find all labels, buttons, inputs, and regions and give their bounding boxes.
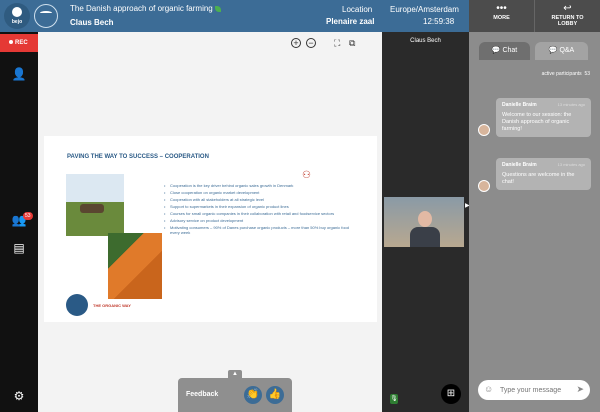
slide-bullet: Close cooperation on organic market deve… — [164, 190, 354, 195]
return-arrow-icon: ↩ — [563, 3, 572, 14]
speaker-video — [384, 197, 464, 247]
slide-bullet: Cooperation with all stakeholders at all… — [164, 197, 354, 202]
location-label: Location — [342, 5, 373, 14]
location-value: Plenaire zaal — [326, 17, 375, 26]
fit-screen-icon[interactable]: ⛶ — [334, 38, 340, 49]
top-bar: bejo The Danish approach of organic farm… — [0, 0, 469, 32]
header-actions: ••• MORE ↩ RETURN TO LOBBY — [469, 0, 600, 32]
slide-title: PAVING THE WAY TO SUCCESS – COOPERATION — [67, 154, 209, 160]
crop-icon[interactable]: ⧉ — [349, 38, 355, 49]
qa-bubble-icon: 💬 — [548, 47, 558, 54]
speaker-view-icon[interactable]: 👤 — [11, 66, 27, 82]
tab-qa[interactable]: 💬 Q&A — [535, 42, 588, 60]
zoom-out-icon[interactable]: − — [306, 38, 316, 48]
slide-bullet: Motivating consumers – 90% of Danes purc… — [164, 225, 354, 235]
left-sidebar: REC 👤 👥 53 ▤ ⚙ — [0, 32, 38, 412]
chat-message: 13 minutes ago Danielle Braim Welcome to… — [496, 98, 591, 137]
session-speaker: Claus Bech — [70, 18, 114, 27]
video-speaker-name: Claus Bech — [410, 38, 441, 44]
microphone-icon: 🎙 — [390, 394, 398, 404]
feedback-bar: Feedback 👏 👍 — [178, 378, 292, 412]
leaf-icon — [214, 5, 221, 12]
tab-chat[interactable]: 💬 Chat — [479, 42, 530, 60]
chat-panel: 💬 Chat 💬 Q&A active participants 53 13 m… — [469, 32, 600, 412]
message-text: Welcome to our session: the Danish appro… — [502, 112, 572, 132]
more-dots-icon: ••• — [496, 3, 507, 14]
organic-way-logo — [66, 294, 88, 316]
video-panel: Claus Bech ▶ 🎙 ⊞ — [382, 32, 470, 412]
avatar — [478, 124, 490, 136]
chat-bubble-icon: 💬 — [491, 47, 501, 54]
slide-bullet: Support to supermarkets in their expansi… — [164, 204, 354, 209]
farm-photo — [66, 174, 124, 236]
timezone: Europe/Amsterdam — [390, 5, 459, 14]
active-participants: active participants 53 — [541, 71, 590, 77]
message-time: 13 minutes ago — [557, 102, 585, 107]
presentation-slide: PAVING THE WAY TO SUCCESS – COOPERATION … — [44, 136, 377, 322]
message-time: 13 minutes ago — [557, 162, 585, 167]
cooperation-icon: ⚇ — [302, 170, 311, 181]
more-button[interactable]: ••• MORE — [469, 0, 535, 32]
return-to-lobby-button[interactable]: ↩ RETURN TO LOBBY — [535, 0, 600, 32]
thumbs-up-reaction-button[interactable]: 👍 — [266, 386, 284, 404]
chat-message: 13 minutes ago Danielle Braim Questions … — [496, 158, 591, 190]
slide-bullet-list: Cooperation is the key driver behind org… — [164, 183, 354, 237]
presentation-area: + − ⛶ ⧉ PAVING THE WAY TO SUCCESS – COOP… — [38, 32, 382, 412]
record-dot-icon — [9, 40, 13, 45]
carrots-photo — [108, 233, 162, 299]
bejo-logo: bejo — [4, 3, 30, 29]
send-icon[interactable]: ➤ — [576, 384, 584, 395]
document-icon[interactable]: ▤ — [11, 240, 27, 256]
slide-bullet: Cooperation is the key driver behind org… — [164, 183, 354, 188]
settings-gear-icon[interactable]: ⚙ — [11, 388, 27, 404]
session-title: The Danish approach of organic farming — [70, 4, 221, 13]
feedback-label: Feedback — [186, 391, 219, 398]
slide-bullet: Courses for small organic companies in t… — [164, 211, 354, 216]
message-text: Questions are welcome in the chat! — [502, 172, 575, 185]
slide-bullet: Advisory service on product development — [164, 218, 354, 223]
event-logo-icon — [34, 4, 58, 28]
chat-message-input[interactable] — [500, 384, 570, 396]
zoom-in-icon[interactable]: + — [291, 38, 301, 48]
grid-layout-button[interactable]: ⊞ — [441, 384, 461, 404]
chat-input-box: ☺ ➤ — [478, 380, 590, 400]
participants-badge: 53 — [23, 212, 33, 220]
avatar — [478, 180, 490, 192]
organic-way-text: THE ORGANIC WAY — [93, 303, 131, 308]
clock: 12:59:38 — [423, 17, 455, 26]
emoji-icon[interactable]: ☺ — [484, 384, 493, 394]
clap-reaction-button[interactable]: 👏 — [244, 386, 262, 404]
rec-indicator: REC — [0, 34, 38, 52]
